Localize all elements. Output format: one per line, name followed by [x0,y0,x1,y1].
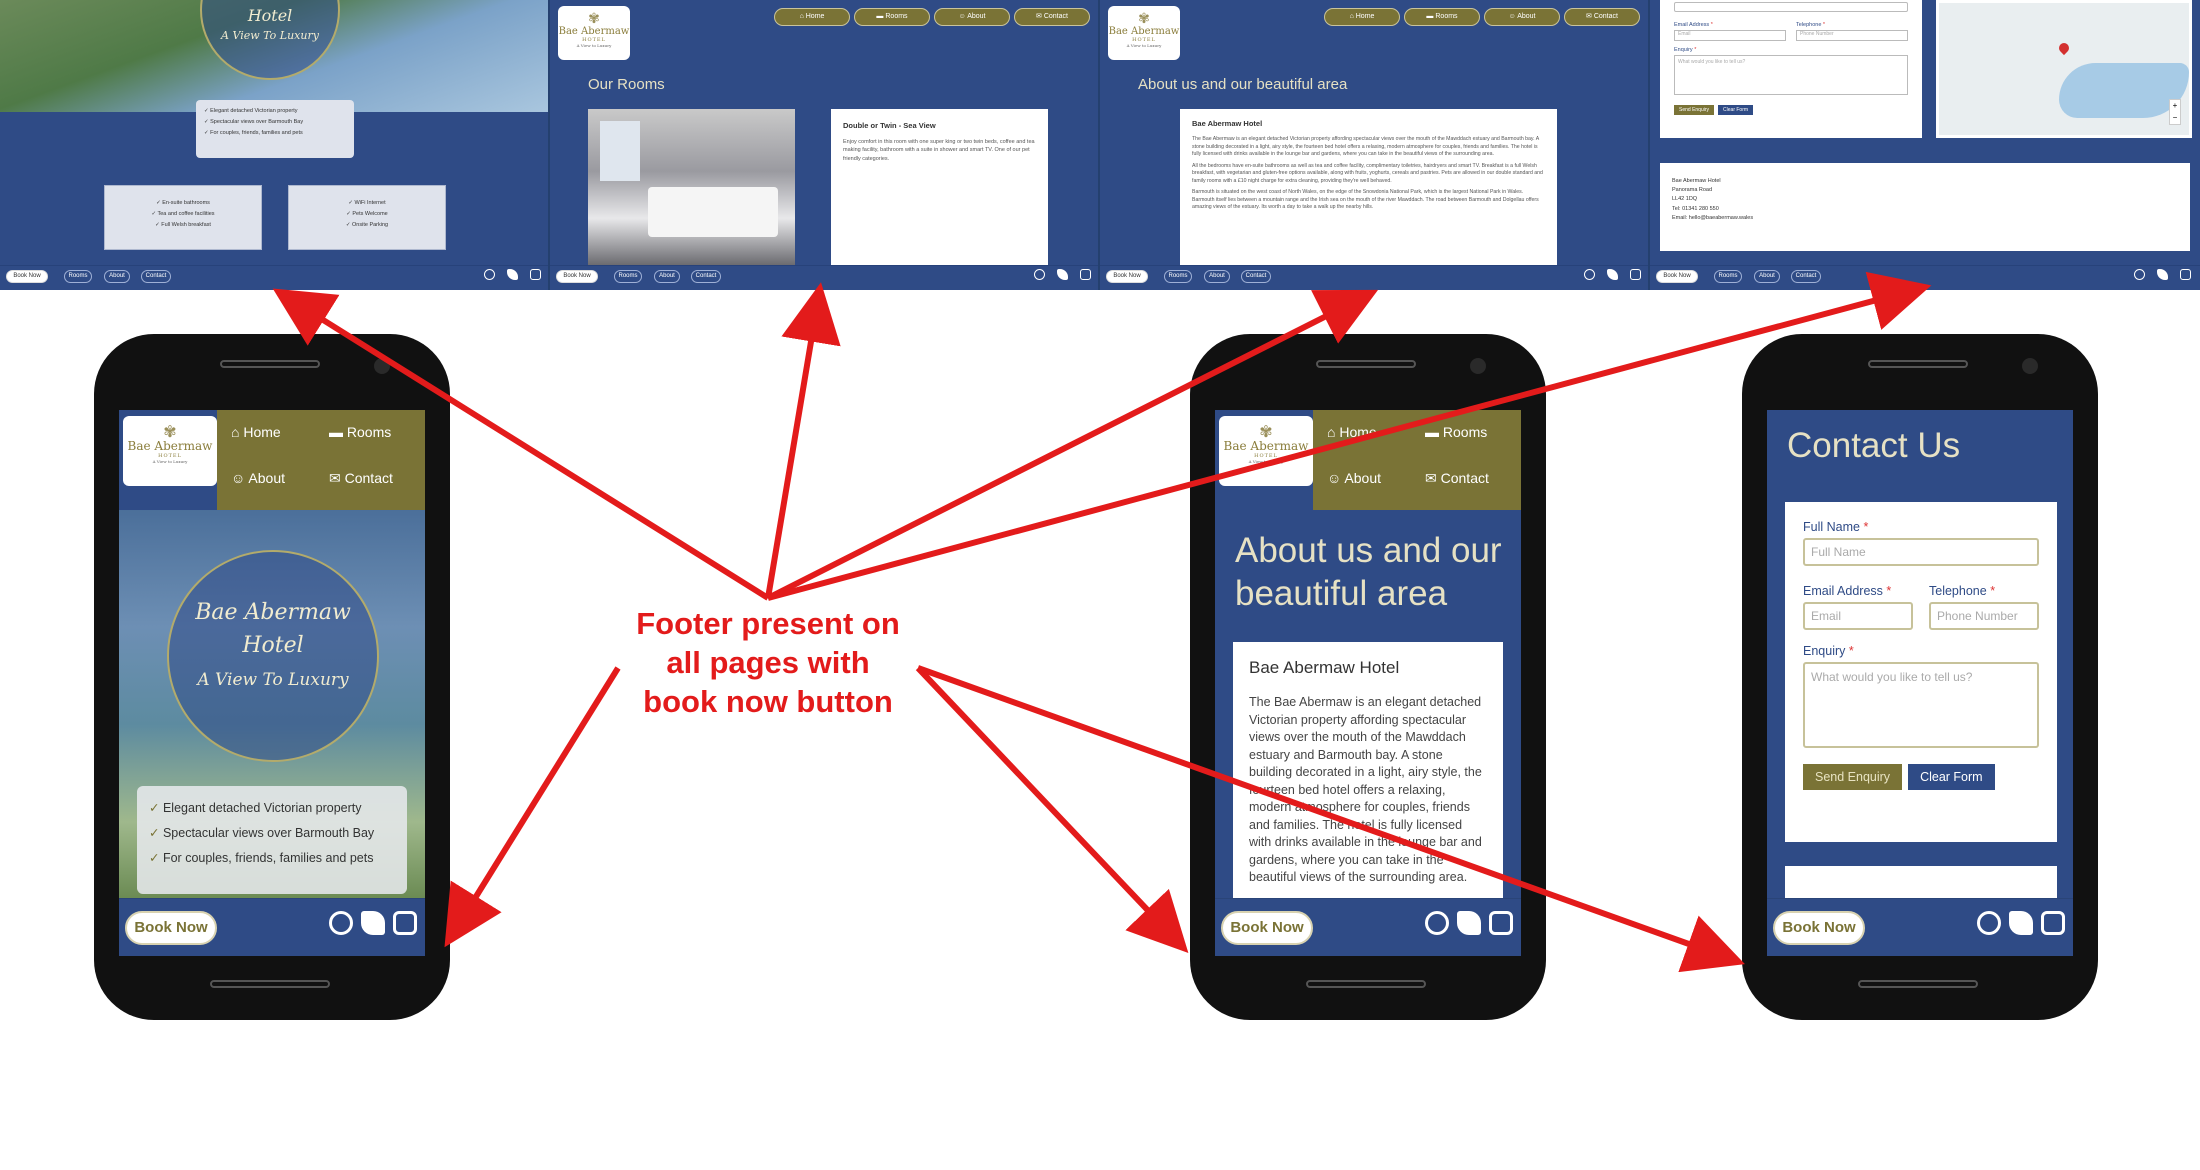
arrow [767,271,1932,601]
annotation-callout: Footer present on all pages with book no… [598,605,938,721]
callout-line: book now button [643,683,893,719]
arrow [916,665,1745,973]
arrow [766,289,1379,601]
callout-line: Footer present on [636,606,900,641]
arrow [765,282,841,599]
arrow [915,665,1189,954]
arrow [272,288,770,601]
annotation-arrows [272,271,1932,973]
callout-line: all pages with [666,644,870,680]
arrow [444,666,621,948]
